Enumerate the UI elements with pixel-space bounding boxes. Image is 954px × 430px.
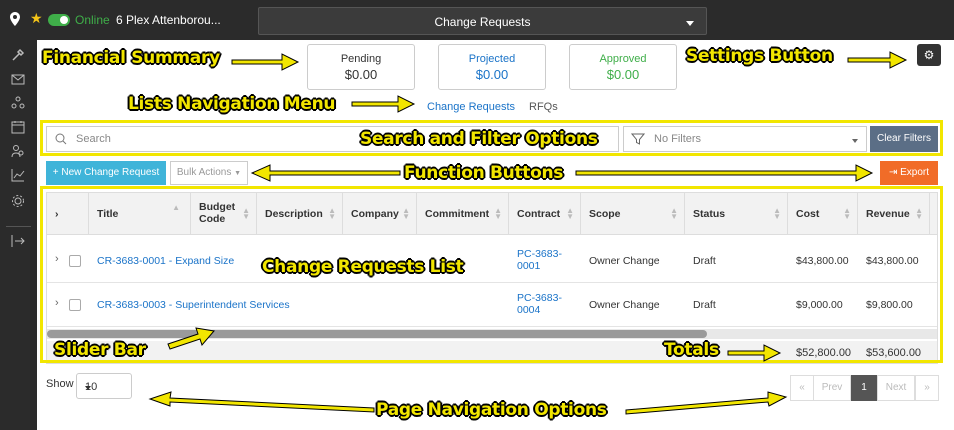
chevron-down-icon: [85, 386, 91, 390]
tab-change-requests[interactable]: Change Requests: [427, 101, 515, 113]
module-dropdown[interactable]: Change Requests: [258, 7, 707, 35]
tools-icon[interactable]: [11, 48, 25, 62]
export-icon: ⇥: [888, 167, 898, 178]
export-button[interactable]: ⇥ Export: [880, 161, 938, 185]
gear-icon: ⚙: [923, 48, 935, 62]
annotation-page-nav: Page Navigation Options: [376, 400, 607, 420]
module-title: Change Requests: [434, 15, 531, 29]
per-page-select[interactable]: 10: [76, 373, 132, 399]
projected-value: $0.00: [475, 67, 509, 82]
export-label: Export: [900, 167, 930, 178]
users-icon[interactable]: [11, 144, 25, 158]
prev-page-button[interactable]: Prev: [813, 375, 851, 401]
org-chart-icon[interactable]: [11, 96, 25, 110]
tab-rfqs[interactable]: RFQs: [529, 101, 558, 113]
current-page-button[interactable]: 1: [851, 375, 877, 401]
pending-card: Pending $0.00: [307, 44, 415, 90]
pending-label: Pending: [340, 53, 382, 65]
bulk-actions-label: Bulk Actions: [176, 167, 232, 178]
annotation-slider-bar: Slider Bar: [54, 340, 146, 360]
new-change-request-button[interactable]: + New Change Request: [46, 161, 166, 185]
bulk-actions-button[interactable]: Bulk Actions ▼: [170, 161, 248, 185]
sidebar: [0, 40, 37, 430]
annotation-settings-button: Settings Button: [686, 46, 833, 66]
favorite-star-icon[interactable]: ★: [30, 11, 43, 25]
last-page-button[interactable]: »: [915, 375, 939, 401]
online-status: Online: [75, 13, 110, 27]
first-page-button[interactable]: «: [790, 375, 814, 401]
chevron-down-icon: [686, 21, 694, 26]
settings-button[interactable]: ⚙: [917, 44, 941, 66]
annotation-totals: Totals: [664, 340, 719, 360]
sidebar-divider: [6, 226, 31, 227]
annotation-search-filter: Search and Filter Options: [360, 129, 598, 149]
mail-icon[interactable]: [11, 72, 25, 86]
gear-icon[interactable]: [11, 194, 25, 208]
approved-value: $0.00: [606, 67, 640, 82]
chart-line-icon[interactable]: [11, 168, 25, 182]
annotation-function-buttons: Function Buttons: [404, 163, 564, 183]
top-bar: ★ Online 6 Plex Attenborou... Change Req…: [0, 0, 954, 40]
projected-label: Projected: [468, 53, 516, 65]
caret-down-icon: ▼: [234, 170, 242, 177]
next-page-button[interactable]: Next: [877, 375, 915, 401]
project-name[interactable]: 6 Plex Attenborou...: [116, 13, 221, 27]
approved-card: Approved $0.00: [569, 44, 677, 90]
projected-card: Projected $0.00: [438, 44, 546, 90]
online-toggle[interactable]: [48, 14, 70, 26]
annotation-lists-nav: Lists Navigation Menu: [128, 94, 336, 114]
list-highlight: [40, 186, 943, 363]
annotation-change-requests-list: Change Requests List: [262, 257, 464, 277]
calendar-icon[interactable]: [11, 120, 25, 134]
location-pin-icon[interactable]: [10, 12, 20, 26]
approved-label: Approved: [599, 53, 647, 65]
annotation-financial-summary: Financial Summary: [42, 48, 220, 68]
logout-icon[interactable]: [11, 234, 25, 248]
show-label: Show: [46, 378, 74, 390]
pending-value: $0.00: [344, 67, 378, 82]
